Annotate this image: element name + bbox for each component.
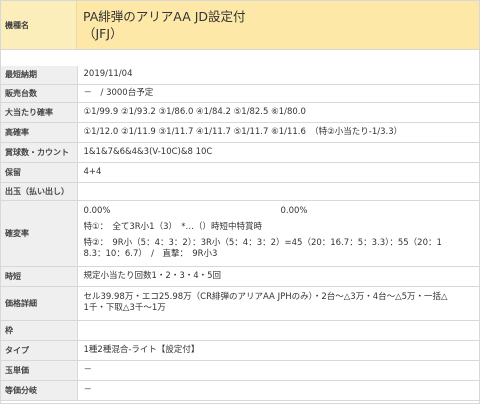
machine-name-line2: （JFJ） [83, 26, 123, 41]
spec-table: 最短納期 2019/11/04 販売台数 － / 3000台予定 大当たり確率 … [1, 66, 479, 401]
balls-label: 賞球数・カウント [1, 142, 78, 163]
hold-value: 4+4 [77, 162, 479, 183]
machine-name-value: PA緋弾のアリアAA JD設定付 （JFJ） [77, 1, 479, 49]
rank-row: 等価分岐 － [1, 380, 479, 401]
machine-name-label: 機種名 [1, 1, 77, 49]
kakuhen-pct-b: 0.00% [280, 206, 308, 216]
highprob-value: ①1/12.0 ②1/11.9 ③1/11.7 ④1/11.7 ⑤1/11.7 … [77, 122, 479, 143]
payout-value [77, 182, 479, 201]
unit-price-label: 玉単価 [1, 360, 78, 381]
hold-label: 保留 [1, 162, 78, 183]
kakuhen-pct-a: 0.00% [83, 206, 111, 216]
frame-value [77, 320, 479, 341]
release-value: 2019/11/04 [77, 66, 479, 85]
unit-price-value: － [77, 360, 479, 381]
kakuhen-label: 確変率 [1, 200, 78, 267]
kakuhen-special2b: 8.3：10：6.7） / 直撃： 9R小3 [83, 249, 218, 259]
price-line2: 1千・下取△3千～1万 [83, 303, 166, 313]
highprob-label: 高確率 [1, 122, 78, 143]
jitan-label: 時短 [1, 266, 78, 287]
price-line1: セル39.98万・エコ25.98万（CR緋弾のアリアAA JPHのみ）・2台～△… [83, 292, 448, 302]
jackpot-row: 大当たり確率 ①1/99.9 ②1/93.2 ③1/86.0 ④1/84.2 ⑤… [1, 102, 479, 123]
release-label: 最短納期 [1, 66, 78, 85]
price-value: セル39.98万・エコ25.98万（CR緋弾のアリアAA JPHのみ）・2台～△… [77, 286, 479, 321]
balls-value: 1&1&7&6&4&3(V-10C)&8 10C [77, 142, 479, 163]
highprob-row: 高確率 ①1/12.0 ②1/11.9 ③1/11.7 ④1/11.7 ⑤1/1… [1, 122, 479, 143]
type-value: 1種2種混合-ライト【設定付】 [77, 340, 479, 361]
payout-row: 出玉（払い出し） [1, 182, 479, 201]
price-label: 価格詳細 [1, 286, 78, 321]
balls-row: 賞球数・カウント 1&1&7&6&4&3(V-10C)&8 10C [1, 142, 479, 163]
machine-spec-table: 機種名 PA緋弾のアリアAA JD設定付 （JFJ） 最短納期 2019/11/… [0, 0, 480, 404]
jackpot-value: ①1/99.9 ②1/93.2 ③1/86.0 ④1/84.2 ⑤1/82.5 … [77, 102, 479, 123]
machine-name-line1: PA緋弾のアリアAA JD設定付 [83, 9, 246, 24]
units-value: － / 3000台予定 [77, 84, 479, 103]
machine-name-row: 機種名 PA緋弾のアリアAA JD設定付 （JFJ） [1, 1, 479, 50]
kakuhen-special1: 特①： 全て3R小1（3） *…（）時短中特賞時 [83, 222, 263, 232]
price-row: 価格詳細 セル39.98万・エコ25.98万（CR緋弾のアリアAA JPHのみ）… [1, 286, 479, 321]
hold-row: 保留 4+4 [1, 162, 479, 183]
units-row: 販売台数 － / 3000台予定 [1, 84, 479, 103]
type-label: タイプ [1, 340, 78, 361]
frame-row: 枠 [1, 320, 479, 341]
jitan-row: 時短 規定小当たり回数1・2・3・4・5回 [1, 266, 479, 287]
units-label: 販売台数 [1, 84, 78, 103]
kakuhen-row: 確変率 0.00% 0.00% 特①： 全て3R小1（3） *…（）時短中特賞時… [1, 200, 480, 267]
release-row: 最短納期 2019/11/04 [1, 66, 479, 85]
rank-label: 等価分岐 [1, 380, 78, 401]
type-row: タイプ 1種2種混合-ライト【設定付】 [1, 340, 479, 361]
payout-label: 出玉（払い出し） [1, 182, 78, 201]
jitan-value: 規定小当たり回数1・2・3・4・5回 [77, 266, 479, 287]
frame-label: 枠 [1, 320, 78, 341]
kakuhen-value: 0.00% 0.00% 特①： 全て3R小1（3） *…（）時短中特賞時 特②：… [77, 200, 480, 267]
kakuhen-pcts: 0.00% 0.00% [84, 206, 480, 217]
rank-value: － [77, 380, 479, 401]
kakuhen-special2a: 特②： 9R小（5：4：3：2）：3R小（5：4：3：2）=45（20：16.7… [83, 238, 442, 248]
jackpot-label: 大当たり確率 [1, 102, 78, 123]
unit-price-row: 玉単価 － [1, 360, 479, 381]
